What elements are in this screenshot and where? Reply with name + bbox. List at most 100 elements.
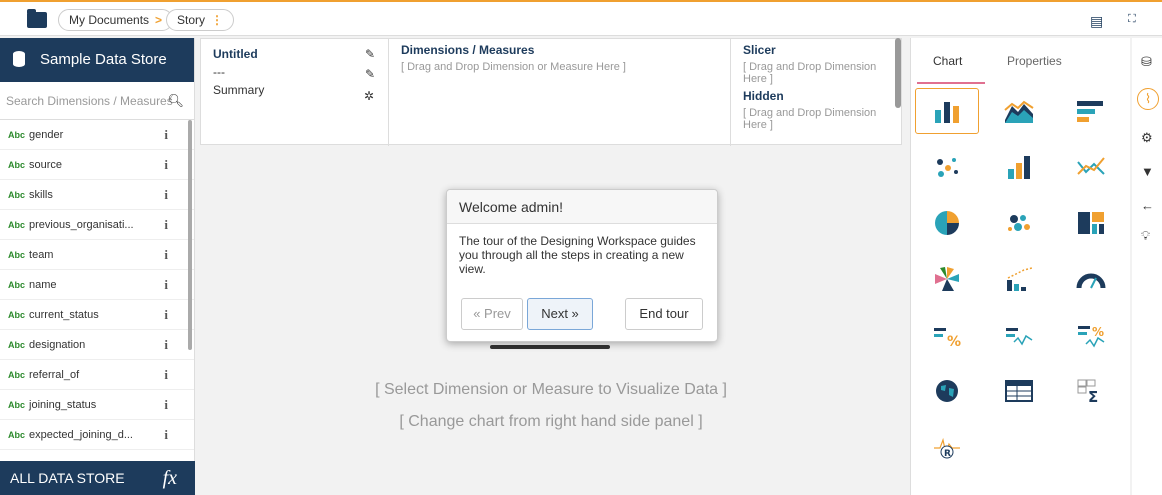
field-item[interactable]: Abc team i xyxy=(0,240,194,270)
info-icon[interactable]: i xyxy=(164,120,168,150)
tour-end-button[interactable]: End tour xyxy=(625,298,703,330)
scatter-chart-button[interactable] xyxy=(915,144,979,190)
column-chart-button[interactable] xyxy=(987,144,1051,190)
gears-icon[interactable]: ⚙ xyxy=(1141,130,1153,146)
top-bar: My Documents > Story ⋮ ▤ ⛶ xyxy=(0,0,1162,36)
tab-properties[interactable]: Properties xyxy=(1007,54,1062,68)
info-icon[interactable]: i xyxy=(164,210,168,240)
tour-popover: Welcome admin! The tour of the Designing… xyxy=(446,189,718,342)
sunburst-chart-button[interactable] xyxy=(915,256,979,302)
pivot-sum-icon: Σ xyxy=(1077,379,1098,404)
info-icon[interactable]: i xyxy=(164,360,168,390)
field-item[interactable]: Abc designation i xyxy=(0,330,194,360)
all-data-store-button[interactable]: ALL DATA STORE fx xyxy=(0,461,195,495)
field-item[interactable]: Abc name i xyxy=(0,270,194,300)
treemap-icon xyxy=(1078,212,1104,234)
tab-chart[interactable]: Chart xyxy=(933,54,962,68)
bubble-chart-button[interactable] xyxy=(987,200,1051,246)
view-name-column: Untitled --- Summary ✎ ✎ ✲ xyxy=(201,39,389,146)
column-icon xyxy=(1008,156,1030,179)
edit-title-icon[interactable]: ✎ xyxy=(365,47,375,61)
pie-chart-button[interactable] xyxy=(915,200,979,246)
field-item[interactable]: Abc source i xyxy=(0,150,194,180)
tour-prev-button[interactable]: « Prev xyxy=(461,298,523,330)
kpi-percent-chart-button[interactable]: % xyxy=(915,312,979,358)
info-icon[interactable]: i xyxy=(164,180,168,210)
kpi-trend-chart-button[interactable] xyxy=(987,312,1051,358)
back-arrow-icon[interactable]: ← xyxy=(1141,198,1154,213)
info-icon[interactable]: i xyxy=(164,150,168,180)
chevron-right-icon: > xyxy=(155,13,163,27)
bubble-icon xyxy=(1008,215,1030,231)
sunburst-icon xyxy=(935,267,959,291)
folder-icon[interactable] xyxy=(27,9,47,28)
svg-text:%: % xyxy=(947,334,961,348)
kpi-trend-icon xyxy=(1006,328,1033,346)
field-item[interactable]: Abc referral_of i xyxy=(0,360,194,390)
horizontal-bar-chart-button[interactable] xyxy=(1059,88,1123,134)
field-item[interactable]: Abc expected_joining_d... i xyxy=(0,420,194,450)
search-icon[interactable]: 🔍︎ xyxy=(167,82,184,120)
filter-icon[interactable]: ▼ xyxy=(1141,164,1154,179)
field-list: Abc gender i Abc source i Abc skills i Abc prev… xyxy=(0,120,194,450)
kebab-menu-icon[interactable]: ⋮ xyxy=(211,13,223,27)
bar-line-icon xyxy=(935,102,959,123)
kpi-trend-percent-icon: % xyxy=(1078,325,1105,348)
info-icon[interactable]: i xyxy=(164,330,168,360)
view-subtitle[interactable]: --- xyxy=(213,65,376,79)
lightbulb-icon[interactable]: 💡︎ xyxy=(1141,228,1150,244)
pivot-sum-chart-button[interactable]: Σ xyxy=(1059,368,1123,414)
dimensions-drop-zone[interactable]: Dimensions / Measures [ Drag and Drop Di… xyxy=(389,39,731,146)
info-icon[interactable]: i xyxy=(164,240,168,270)
slicer-drop-zone[interactable]: Slicer [ Drag and Drop Dimension Here ] … xyxy=(731,39,903,146)
field-item[interactable]: Abc joining_status i xyxy=(0,390,194,420)
comment-icon[interactable]: ▤ xyxy=(1090,13,1103,30)
breadcrumb-story[interactable]: Story ⋮ xyxy=(166,9,235,31)
horizontal-bar-icon xyxy=(1077,101,1103,122)
tour-next-button[interactable]: Next » xyxy=(527,298,593,330)
r-chart-button[interactable]: R xyxy=(915,424,979,470)
canvas-hint-primary: [ Select Dimension or Measure to Visuali… xyxy=(375,381,727,398)
edit-subtitle-icon[interactable]: ✎ xyxy=(365,67,375,81)
field-item[interactable]: Abc gender i xyxy=(0,120,194,150)
chart-properties-icon[interactable]: ⌇ xyxy=(1137,88,1159,110)
info-icon[interactable]: i xyxy=(164,390,168,420)
gauge-icon xyxy=(1076,273,1106,289)
hidden-drop-zone[interactable]: Hidden xyxy=(743,89,891,103)
map-chart-button[interactable] xyxy=(915,368,979,414)
treemap-chart-button[interactable] xyxy=(1059,200,1123,246)
area-scatter-chart-button[interactable] xyxy=(987,256,1051,302)
info-icon[interactable]: i xyxy=(164,270,168,300)
breadcrumb-my-documents[interactable]: My Documents > xyxy=(58,9,174,31)
area-icon xyxy=(1004,100,1034,123)
line-icon xyxy=(1077,157,1105,175)
area-chart-button[interactable] xyxy=(987,88,1051,134)
summary-label[interactable]: Summary xyxy=(213,83,376,97)
kpi-trend-percent-chart-button[interactable]: % xyxy=(1059,312,1123,358)
svg-text:R: R xyxy=(944,449,951,459)
line-chart-button[interactable] xyxy=(1059,144,1123,190)
area-scatter-icon xyxy=(1007,267,1033,291)
right-toolbar: ⛁ ⌇ ⚙ ▼ ← 💡︎ xyxy=(1132,38,1162,495)
sidebar-scrollbar[interactable] xyxy=(188,120,192,350)
table-icon xyxy=(1005,380,1033,402)
info-icon[interactable]: i xyxy=(164,300,168,330)
field-item[interactable]: Abc current_status i xyxy=(0,300,194,330)
fullscreen-icon[interactable]: ⛶ xyxy=(1128,13,1136,26)
gauge-chart-button[interactable] xyxy=(1059,256,1123,302)
save-icon[interactable]: ⛁ xyxy=(1141,54,1152,70)
active-tab-indicator xyxy=(917,82,985,84)
settings-icon[interactable]: ✲ xyxy=(364,89,374,103)
field-item[interactable]: Abc skills i xyxy=(0,180,194,210)
panel-splitter[interactable] xyxy=(895,38,901,108)
field-item[interactable]: Abc previous_organisati... i xyxy=(0,210,194,240)
database-icon xyxy=(13,51,25,67)
formula-icon[interactable]: fx xyxy=(163,461,177,495)
bar-line-chart-button[interactable] xyxy=(915,88,979,134)
data-store-sidebar: Sample Data Store Search Dimensions / Me… xyxy=(0,38,195,495)
view-title[interactable]: Untitled xyxy=(213,47,376,61)
search-input[interactable]: Search Dimensions / Measures 🔍︎ xyxy=(0,82,194,120)
info-icon[interactable]: i xyxy=(164,420,168,450)
table-chart-button[interactable] xyxy=(987,368,1051,414)
kpi-percent-icon: % xyxy=(934,328,961,348)
